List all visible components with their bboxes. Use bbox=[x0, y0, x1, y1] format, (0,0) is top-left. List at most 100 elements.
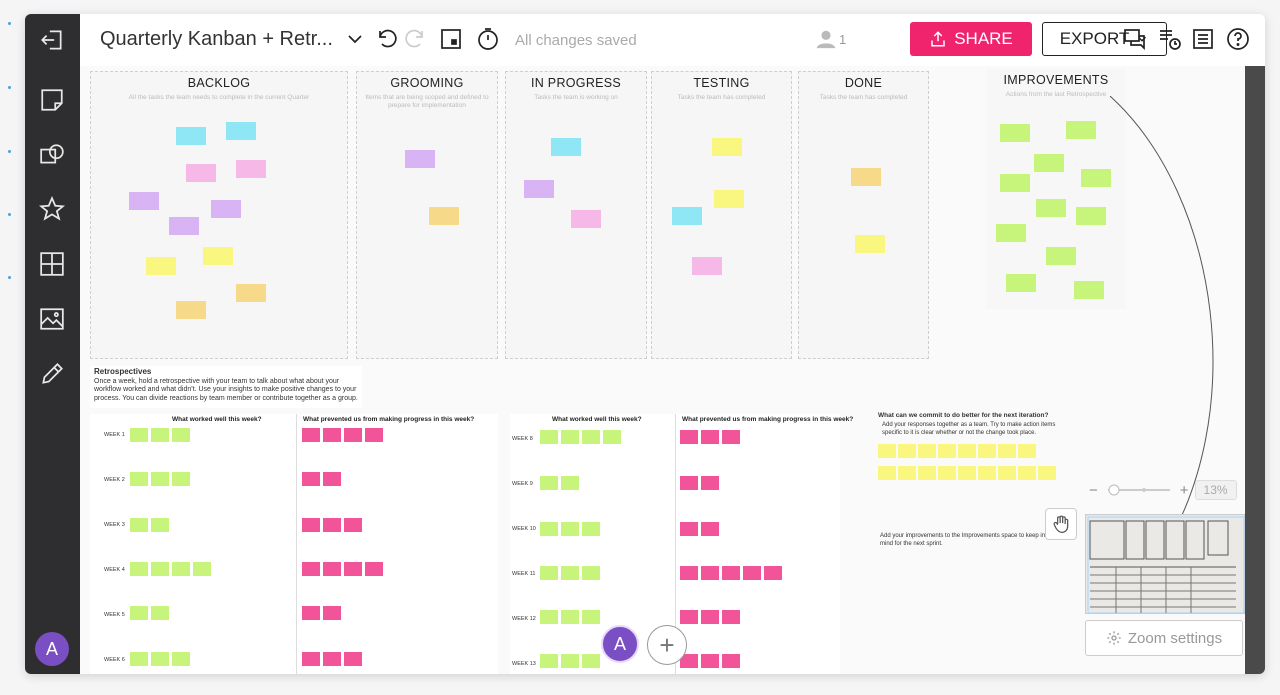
timer-icon[interactable] bbox=[475, 26, 501, 52]
sticky-note[interactable] bbox=[129, 192, 159, 210]
column-grooming[interactable]: GROOMING Items that are being scoped and… bbox=[356, 71, 498, 359]
column-in-progress[interactable]: IN PROGRESS Tasks the team is working on bbox=[505, 71, 647, 359]
sticky-note[interactable] bbox=[524, 180, 554, 198]
col-worked-header: What worked well this week? bbox=[552, 416, 642, 423]
sticky-note[interactable] bbox=[405, 150, 435, 168]
retrospectives-title: Retrospectives bbox=[94, 367, 152, 376]
sticky-note[interactable] bbox=[855, 235, 885, 253]
comments-icon[interactable] bbox=[1122, 26, 1148, 52]
zoom-settings-label: Zoom settings bbox=[1127, 629, 1223, 647]
sticky-note[interactable] bbox=[186, 164, 216, 182]
collaborator-avatar[interactable]: A bbox=[601, 625, 639, 663]
board-canvas[interactable]: BACKLOG All the tasks the team needs to … bbox=[80, 66, 1245, 674]
sticky-note[interactable] bbox=[1036, 199, 1066, 217]
column-subtitle: Items that are being scoped and defined … bbox=[365, 94, 489, 109]
sticky-note[interactable] bbox=[996, 224, 1026, 242]
sticky-note[interactable] bbox=[1006, 274, 1036, 292]
sticky-note[interactable] bbox=[1046, 247, 1076, 265]
chevron-down-icon[interactable] bbox=[342, 26, 368, 52]
sticky-note[interactable] bbox=[169, 217, 199, 235]
week-label: WEEK 6 bbox=[104, 657, 125, 663]
week-label: WEEK 11 bbox=[512, 571, 536, 577]
improvements-title: IMPROVEMENTS bbox=[1003, 73, 1109, 87]
frame-icon[interactable] bbox=[438, 26, 464, 52]
sticky-note[interactable] bbox=[176, 301, 206, 319]
sticky-note[interactable] bbox=[571, 210, 601, 228]
sticky-note[interactable] bbox=[712, 138, 742, 156]
star-icon[interactable] bbox=[38, 195, 66, 223]
week-label: WEEK 2 bbox=[104, 477, 125, 483]
app-window: A Quarterly Kanban + Retr... All changes… bbox=[25, 14, 1265, 674]
week-label: WEEK 3 bbox=[104, 522, 125, 528]
sticky-note[interactable] bbox=[429, 207, 459, 225]
week-label: WEEK 10 bbox=[512, 526, 536, 532]
col-prevented-header: What prevented us from making progress i… bbox=[682, 416, 854, 423]
commit-stickies[interactable] bbox=[878, 444, 1078, 484]
share-button[interactable]: SHARE bbox=[910, 22, 1032, 56]
sticky-note[interactable] bbox=[851, 168, 881, 186]
column-subtitle: Tasks the team has completed bbox=[819, 94, 908, 101]
vertical-scrollbar[interactable] bbox=[1245, 66, 1265, 674]
week-label: WEEK 8 bbox=[512, 436, 533, 442]
undo-icon[interactable] bbox=[374, 26, 400, 52]
sticky-note[interactable] bbox=[692, 257, 722, 275]
active-users[interactable]: 1 bbox=[815, 28, 846, 50]
col-prevented-header: What prevented us from making progress i… bbox=[303, 416, 475, 423]
zoom-in-button[interactable]: + bbox=[1180, 482, 1189, 499]
sticky-note[interactable] bbox=[1066, 121, 1096, 139]
column-done[interactable]: DONE Tasks the team has completed bbox=[798, 71, 929, 359]
outline-icon[interactable] bbox=[1190, 26, 1216, 52]
save-status: All changes saved bbox=[515, 32, 637, 49]
week-label: WEEK 13 bbox=[512, 661, 536, 667]
week-label: WEEK 5 bbox=[104, 612, 125, 618]
zoom-settings-button[interactable]: Zoom settings bbox=[1085, 620, 1243, 656]
sticky-note[interactable] bbox=[236, 160, 266, 178]
sticky-note[interactable] bbox=[551, 138, 581, 156]
sticky-note[interactable] bbox=[236, 284, 266, 302]
retro-grid-left[interactable]: What worked well this week? What prevent… bbox=[90, 414, 498, 674]
add-button[interactable]: + bbox=[647, 625, 687, 665]
zoom-percent[interactable]: 13% bbox=[1194, 480, 1237, 500]
column-backlog[interactable]: BACKLOG All the tasks the team needs to … bbox=[90, 71, 348, 359]
sticky-note[interactable] bbox=[226, 122, 256, 140]
week-label: WEEK 4 bbox=[104, 567, 125, 573]
redo-icon[interactable] bbox=[402, 26, 428, 52]
top-toolbar: Quarterly Kanban + Retr... All changes s… bbox=[80, 14, 1265, 66]
sticky-note[interactable] bbox=[1034, 154, 1064, 172]
share-label: SHARE bbox=[954, 29, 1013, 48]
user-count: 1 bbox=[839, 31, 847, 47]
sticky-note[interactable] bbox=[672, 207, 702, 225]
zoom-controls: − + 13% bbox=[1089, 480, 1237, 500]
col-worked-header: What worked well this week? bbox=[172, 416, 262, 423]
grid-template-icon[interactable] bbox=[38, 250, 66, 278]
user-avatar[interactable]: A bbox=[35, 632, 69, 666]
pencil-icon[interactable] bbox=[38, 360, 66, 388]
column-title: DONE bbox=[844, 76, 883, 90]
sticky-note[interactable] bbox=[1000, 124, 1030, 142]
week-label: WEEK 9 bbox=[512, 481, 533, 487]
history-icon[interactable] bbox=[1157, 26, 1183, 52]
zoom-out-button[interactable]: − bbox=[1089, 482, 1098, 499]
hand-tool-icon[interactable] bbox=[1045, 508, 1077, 540]
retrospectives-description: Retrospectives Once a week, hold a retro… bbox=[90, 366, 362, 408]
column-testing[interactable]: TESTING Tasks the team has completed bbox=[651, 71, 792, 359]
sticky-note[interactable] bbox=[203, 247, 233, 265]
sticky-note[interactable] bbox=[714, 190, 744, 208]
sticky-note[interactable] bbox=[211, 200, 241, 218]
left-sidebar: A bbox=[25, 14, 80, 674]
shapes-icon[interactable] bbox=[38, 141, 66, 169]
exit-icon[interactable] bbox=[38, 26, 66, 54]
image-icon[interactable] bbox=[38, 305, 66, 333]
sticky-note-icon[interactable] bbox=[38, 86, 66, 114]
export-button[interactable]: EXPORT bbox=[1042, 22, 1167, 56]
column-title: TESTING bbox=[693, 76, 750, 90]
zoom-slider[interactable] bbox=[1104, 484, 1174, 496]
week-label: WEEK 1 bbox=[104, 432, 125, 438]
sticky-note[interactable] bbox=[1000, 174, 1030, 192]
improve-note: Add your improvements to the Improvement… bbox=[880, 533, 1046, 547]
sticky-note[interactable] bbox=[146, 257, 176, 275]
help-icon[interactable] bbox=[1225, 26, 1251, 52]
board-title[interactable]: Quarterly Kanban + Retr... bbox=[100, 28, 333, 51]
minimap[interactable] bbox=[1085, 514, 1245, 614]
sticky-note[interactable] bbox=[176, 127, 206, 145]
